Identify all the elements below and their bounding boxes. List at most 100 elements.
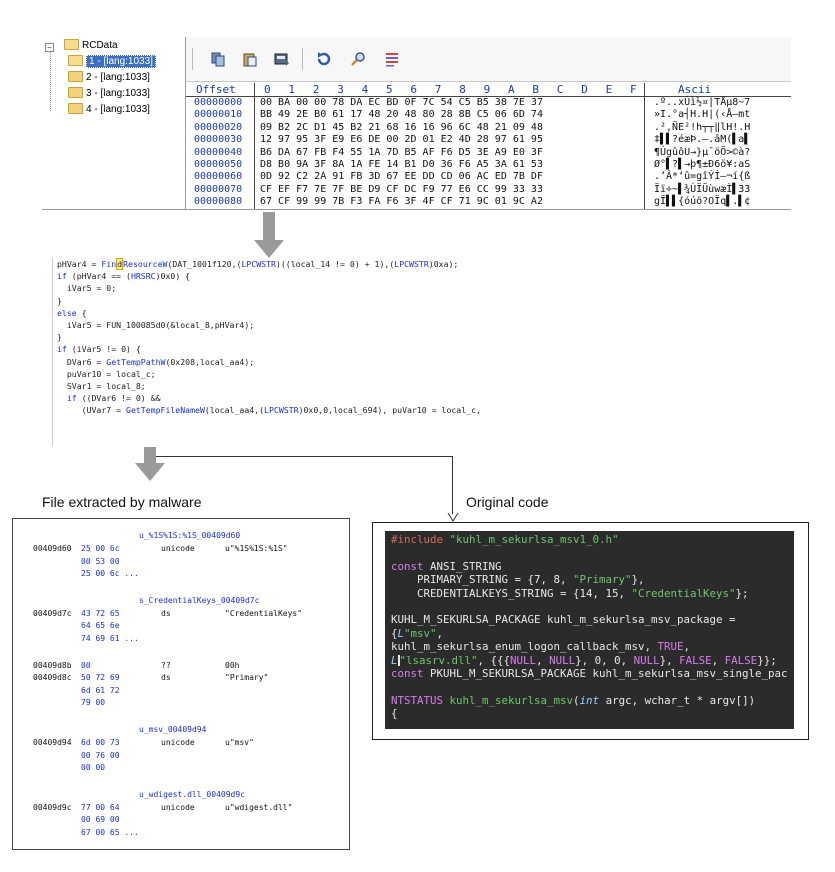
hex-ascii: gÏ▌▌{óúö?OÏq▌.▌¢ bbox=[654, 196, 751, 208]
listing-bytes: 74 69 61 ... bbox=[81, 634, 139, 643]
hex-bytes: 0D 92 C2 2A 91 FB 3D 67 EE DD CD 06 AC E… bbox=[260, 171, 543, 183]
hex-col-header: 1 bbox=[288, 83, 296, 96]
listing-mnemonic: ds bbox=[161, 608, 171, 618]
search-icon[interactable] bbox=[350, 51, 366, 67]
hex-bytes: BB 49 2E B0 61 17 48 20 48 80 28 8B C5 0… bbox=[260, 109, 543, 121]
code-token: } bbox=[57, 332, 62, 343]
code-line: iVar5 = 0; bbox=[57, 282, 527, 294]
code-token: NULL bbox=[633, 653, 660, 667]
code-token: const bbox=[391, 666, 431, 680]
code-token: }}; bbox=[757, 653, 777, 667]
hex-ascii: ‡▌▌?éæÞ.–.âM(▌a▌ bbox=[654, 134, 751, 146]
hex-bytes: D8 B0 9A 3F 8A 1A FE 14 B1 D0 36 F6 A5 3… bbox=[260, 159, 543, 170]
save-icon[interactable] bbox=[274, 51, 290, 67]
hex-row[interactable]: 00000060 0D 92 C2 2A 91 FB 3D 67 EE DD CD… bbox=[186, 171, 791, 183]
hex-offset: 00000050 bbox=[194, 159, 243, 170]
listing-address: 00409d9c bbox=[33, 802, 72, 812]
hex-bytes: 67 CF 99 99 7B F3 FA F6 3F 4F CF 71 9C 0… bbox=[260, 196, 543, 208]
hex-col-header: F bbox=[630, 83, 637, 96]
hex-offset: 00000080 bbox=[194, 196, 243, 208]
code-line: PRIMARY_STRING = {7, 8, "Primary"}, bbox=[385, 573, 794, 586]
listing-address: 00409d8b bbox=[33, 660, 72, 670]
listing-operand: "CredentialKeys" bbox=[225, 608, 303, 618]
tree-item-2[interactable]: 2 - [lang:1033] bbox=[68, 70, 150, 85]
extracted-file-listing: u_%1S%1S:%1S_00409d60 00409d60 25 00 6c uni… bbox=[12, 518, 350, 850]
code-token: CREDENTIALKEYS_STRING = {14, 15, bbox=[391, 586, 632, 600]
code-token: (DAT_1001f120,( bbox=[167, 259, 242, 269]
listing-address: 00409d60 bbox=[33, 544, 72, 553]
code-line: const PKUHL_M_SEKURLSA_PACKAGE kuhl_m_se… bbox=[385, 667, 794, 680]
tree-item-1[interactable]: 1 - [lang:1033] bbox=[68, 54, 156, 69]
folder-open-icon bbox=[64, 38, 79, 50]
tree-root-rcdata[interactable]: − RCData bbox=[42, 38, 118, 53]
code-token: const bbox=[391, 559, 431, 573]
hex-row[interactable]: 00000040 B6 DA 67 FB F4 55 1A 7D B5 AF F6… bbox=[186, 147, 791, 159]
listing-operand: u"%1S%1S:%1S" bbox=[225, 544, 288, 553]
listing-bytes: 77 00 64 bbox=[81, 802, 120, 812]
hex-row[interactable]: 00000050 D8 B0 9A 3F 8A 1A FE 14 B1 D0 36… bbox=[186, 159, 791, 171]
listing-bytes: 00 bbox=[81, 660, 91, 670]
code-line: iVar5 = FUN_100085d0(&local_8,pHVar4); bbox=[57, 319, 527, 331]
hex-row[interactable]: 00000070 CF EF F7 7E 7F BE D9 CF DC F9 77… bbox=[186, 184, 791, 196]
code-token: int bbox=[579, 693, 606, 707]
hex-bytes: 09 B2 2C D1 45 B2 21 68 16 16 96 6C 48 2… bbox=[260, 121, 543, 133]
tree-item-4[interactable]: 4 - [lang:1033] bbox=[68, 102, 150, 117]
code-token: SVar1 = local_8; bbox=[57, 380, 146, 391]
code-token: GetTempPathW bbox=[106, 356, 166, 367]
label-extracted: File extracted by malware bbox=[42, 494, 202, 510]
listing-mnemonic: unicode bbox=[161, 544, 195, 553]
code-token: #include bbox=[391, 533, 450, 546]
offset-header: Offset bbox=[196, 83, 236, 96]
hex-row[interactable]: 00000080 67 CF 99 99 7B F3 FA F6 3F 4F CF… bbox=[186, 196, 791, 208]
code-line: (UVar7 = GetTempFileNameW(local_aa4,(LPC… bbox=[57, 404, 527, 416]
original-code-frame: #include "kuhl_m_sekurlsa_msv1_0.h" const… bbox=[372, 522, 809, 740]
code-token: }; bbox=[735, 586, 749, 600]
hex-row[interactable]: 00000000 00 BA 00 00 78 DA EC BD 0F 7C 54… bbox=[186, 97, 791, 109]
code-token: )0xa); bbox=[428, 259, 459, 269]
paste-icon[interactable] bbox=[242, 51, 258, 67]
hex-offset: 00000030 bbox=[194, 134, 243, 146]
hex-view-icon[interactable] bbox=[384, 51, 400, 67]
code-token: , {{{ bbox=[477, 653, 511, 667]
hex-rows: 00000000 00 BA 00 00 78 DA EC BD 0F 7C 54… bbox=[186, 97, 791, 209]
code-line: KUHL_M_SEKURLSA_PACKAGE kuhl_m_sekurlsa_… bbox=[385, 613, 794, 626]
listing-bytes: 43 72 65 bbox=[81, 608, 120, 618]
copy-icon[interactable] bbox=[210, 51, 226, 67]
code-token: (local_aa4,( bbox=[204, 405, 265, 416]
hex-col-header: 8 bbox=[459, 83, 466, 96]
hex-offset: 00000000 bbox=[194, 97, 243, 108]
code-token: }, 0, 0, bbox=[575, 653, 634, 667]
listing-bytes: 64 65 6e bbox=[81, 621, 120, 631]
collapse-icon[interactable]: − bbox=[45, 43, 54, 52]
hex-row[interactable]: 00000020 09 B2 2C D1 45 B2 21 68 16 16 96… bbox=[186, 122, 791, 134]
hex-ascii: »I.°a┤H.H|(‹Å–mt bbox=[654, 109, 751, 121]
hex-ascii: .²,ÑE²!h┬┬‖lH!.H bbox=[654, 121, 751, 133]
code-token: GetTempFileNameW bbox=[126, 405, 205, 416]
hex-col-header: C bbox=[556, 83, 564, 96]
code-token: kuhl_m_sekurlsa_enum_logon_callback_msv, bbox=[391, 640, 658, 654]
original-code: #include "kuhl_m_sekurlsa_msv1_0.h" const… bbox=[385, 531, 794, 729]
hex-header: Offset 0 1 2 3 4 5 6 7 8 9 A B C D E F Ascii bbox=[186, 83, 791, 97]
code-token: NTSTATUS bbox=[391, 693, 450, 707]
listing-mnemonic: ds bbox=[161, 673, 171, 683]
folder-open-icon bbox=[68, 54, 83, 66]
refresh-icon[interactable] bbox=[316, 51, 332, 67]
listing-operand: "Primary" bbox=[225, 673, 269, 683]
code-token: if bbox=[66, 393, 77, 404]
code-token: LPCWSTR bbox=[394, 259, 429, 269]
code-token: (iVar5 != 0) { bbox=[66, 344, 141, 355]
code-token: puVar10 = local_c; bbox=[57, 368, 156, 379]
connector-line bbox=[156, 456, 453, 457]
arrow-down-icon bbox=[447, 512, 459, 522]
hex-row[interactable]: 00000010 BB 49 2E B0 61 17 48 20 48 80 28… bbox=[186, 109, 791, 121]
hex-toolbar bbox=[186, 37, 791, 82]
hex-row[interactable]: 00000030 12 97 95 3F E9 E6 DE 00 2D 01 E2… bbox=[186, 134, 791, 146]
code-line: NTSTATUS kuhl_m_sekurlsa_msv(int argc, w… bbox=[385, 694, 794, 707]
hex-column-headers: 0 1 2 3 4 5 6 7 8 9 A B C D E F bbox=[260, 83, 640, 97]
tree-item-3[interactable]: 3 - [lang:1033] bbox=[68, 86, 150, 101]
hex-col-header: A bbox=[508, 83, 515, 96]
hex-col-header: 9 bbox=[483, 83, 491, 96]
listing-bytes: 25 00 6c bbox=[81, 544, 120, 553]
code-token: (UVar7 = bbox=[57, 405, 127, 416]
